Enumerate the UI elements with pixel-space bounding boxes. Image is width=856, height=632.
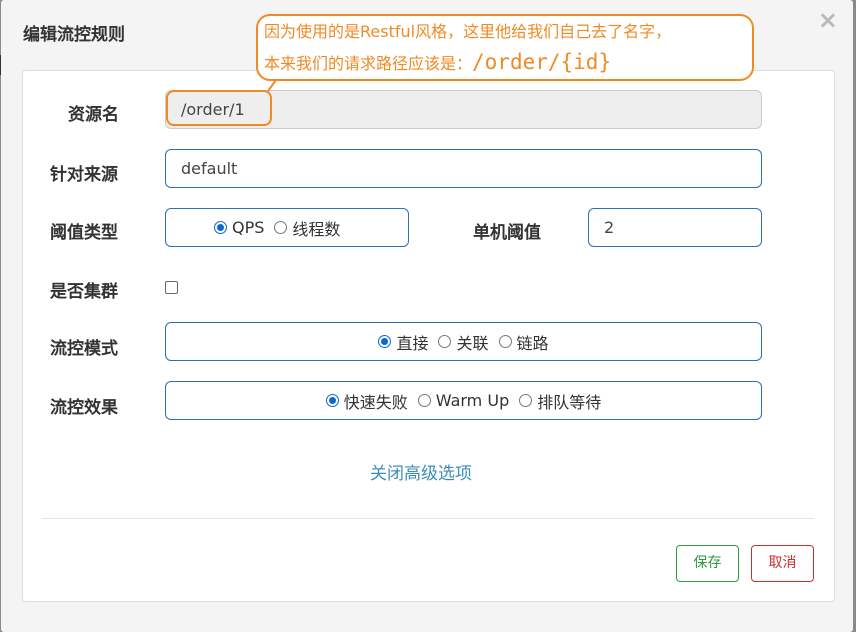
origin-input[interactable]: default [165, 149, 762, 188]
close-advanced-options-link[interactable]: 关闭高级选项 [370, 459, 472, 484]
radio-option-qps[interactable]: QPS [214, 218, 264, 237]
dialog-title: 编辑流控规则 [23, 25, 125, 45]
origin-label: 针对来源 [50, 165, 118, 185]
annotation-line2: 本来我们的请求路径应该是：/order/{id} [264, 46, 746, 79]
radio-qps-label: QPS [232, 218, 265, 237]
single-threshold-input[interactable]: 2 [588, 208, 762, 247]
cluster-checkbox[interactable] [165, 281, 178, 294]
radio-warm-up-label: Warm Up [435, 391, 510, 410]
radio-option-threads[interactable]: 线程数 [274, 216, 340, 240]
radio-option-direct[interactable]: 直接 [378, 330, 428, 354]
radio-chain-label: 链路 [516, 333, 549, 353]
flow-mode-group: 直接 关联 链路 [165, 322, 762, 361]
radio-threads-label: 线程数 [292, 219, 341, 239]
radio-fail-fast[interactable] [325, 394, 339, 407]
annotation-callout: 因为使用的是Restful风格，这里他给我们自己去了名字， 本来我们的请求路径应… [256, 14, 754, 81]
radio-associate[interactable] [438, 335, 452, 348]
radio-option-associate[interactable]: 关联 [438, 330, 489, 354]
radio-option-chain[interactable]: 链路 [498, 330, 549, 354]
radio-option-fail-fast[interactable]: 快速失败 [325, 389, 408, 413]
radio-queue[interactable] [519, 394, 533, 407]
footer-divider [42, 518, 814, 519]
radio-direct-label: 直接 [396, 333, 429, 353]
annotation-line2-prefix: 本来我们的请求路径应该是： [264, 54, 473, 73]
radio-warm-up[interactable] [417, 394, 431, 407]
flow-mode-label: 流控模式 [50, 339, 118, 359]
annotation-line2-code: /order/{id} [472, 50, 612, 74]
close-icon[interactable]: × [818, 6, 838, 34]
cluster-label: 是否集群 [50, 282, 118, 302]
annotation-line1: 因为使用的是Restful风格，这里他给我们自己去了名字， [264, 22, 672, 41]
flow-effect-group: 快速失败 Warm Up 排队等待 [165, 381, 762, 420]
radio-qps[interactable] [214, 221, 227, 234]
save-button[interactable]: 保存 [676, 545, 739, 582]
single-threshold-label: 单机阈值 [473, 223, 541, 243]
cancel-button[interactable]: 取消 [751, 545, 814, 582]
radio-option-warm-up[interactable]: Warm Up [417, 391, 510, 410]
threshold-type-label: 阈值类型 [50, 223, 118, 243]
radio-queue-label: 排队等待 [537, 392, 602, 412]
flow-effect-label: 流控效果 [50, 398, 118, 418]
radio-threads[interactable] [274, 221, 288, 234]
threshold-type-group: QPS 线程数 [165, 208, 409, 247]
radio-direct[interactable] [378, 335, 392, 348]
resource-label: 资源名 [68, 105, 119, 125]
radio-associate-label: 关联 [456, 333, 489, 353]
radio-chain[interactable] [498, 335, 512, 348]
radio-fail-fast-label: 快速失败 [343, 392, 408, 412]
radio-option-queue[interactable]: 排队等待 [519, 389, 601, 413]
annotation-highlight-box [166, 90, 272, 126]
